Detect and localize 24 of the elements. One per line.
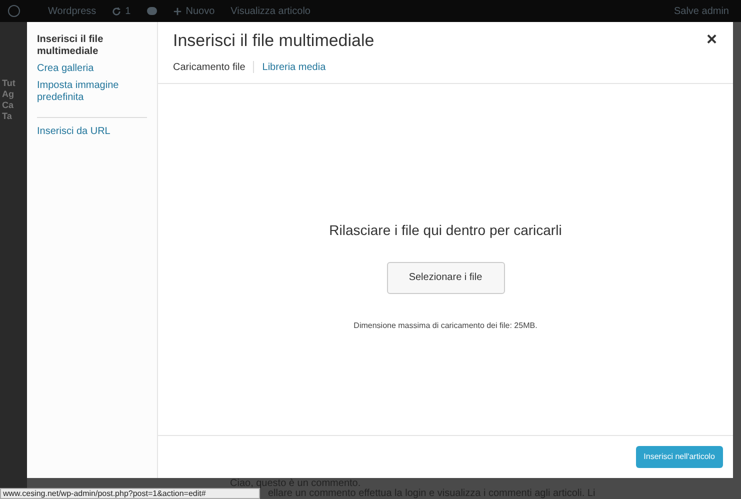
- drop-instructions: Rilasciare i file qui dentro per caricarli: [329, 220, 562, 240]
- sidebar-link[interactable]: Crea galleria: [37, 63, 147, 75]
- menu-item-text: Ag: [1, 89, 15, 100]
- sidebar-link[interactable]: Inserisci il file multimediale: [37, 34, 147, 58]
- close-button[interactable]: ×: [706, 26, 717, 53]
- account-link[interactable]: Salve admin: [674, 4, 729, 18]
- tab[interactable]: Libreria media: [262, 60, 326, 74]
- menu-item-text: Tut: [1, 78, 16, 89]
- site-link[interactable]: Wordpress: [48, 4, 96, 18]
- insert-into-post-button[interactable]: Inserisci nell'articolo: [636, 446, 723, 468]
- refresh-icon[interactable]: [112, 6, 122, 16]
- updates-count[interactable]: 1: [125, 4, 131, 18]
- modal-title: Inserisci il file multimediale: [173, 30, 374, 52]
- tab[interactable]: Caricamento file: [173, 60, 246, 74]
- menu-item-text: Ta: [1, 111, 13, 122]
- status-url: www.cesing.net/wp-admin/post.php?post=1&action=edit#: [0, 488, 260, 499]
- sidebar-link[interactable]: Imposta immagine predefinita: [37, 80, 147, 104]
- view-post-link[interactable]: Visualizza articolo: [230, 4, 310, 18]
- plus-icon[interactable]: [172, 6, 182, 16]
- sidebar-link[interactable]: Inserisci da URL: [37, 126, 147, 138]
- max-upload-size: Dimensione massima di caricamento dei file: 25MB.: [354, 320, 538, 332]
- menu-item-text: Ca: [1, 100, 15, 111]
- new-link[interactable]: Nuovo: [186, 4, 215, 18]
- select-files-button[interactable]: Selezionare i file: [386, 262, 504, 294]
